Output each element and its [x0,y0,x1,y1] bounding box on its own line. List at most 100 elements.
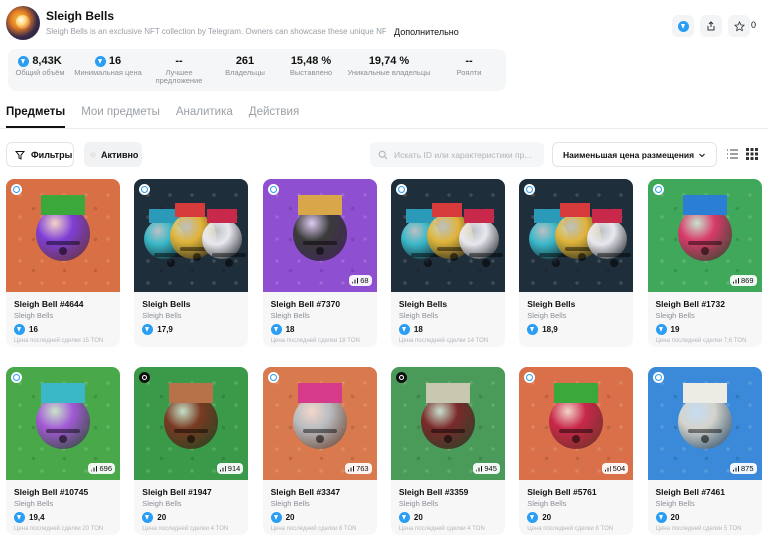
collection-title: Sleigh Bells [46,9,115,23]
nft-card[interactable]: Sleigh Bells Sleigh Bells 17,9 [134,179,249,347]
nft-card[interactable]: 945 Sleigh Bell #3359 Sleigh Bells 20 Цена п… [390,367,505,535]
last-sale-price: Цена последней сделки 4 TON [398,526,485,532]
search-field[interactable] [370,142,544,167]
more-link[interactable]: Дополнительно [394,27,459,37]
nft-image[interactable]: 914 [134,367,249,480]
nft-image[interactable] [134,179,249,292]
ton-verified-badge[interactable] [672,15,694,37]
tab-item[interactable]: Предметы [6,106,66,128]
bell-slot [481,259,490,267]
nft-name: Sleigh Bell #7461 [655,487,725,497]
nft-card[interactable]: 763 Sleigh Bell #3347 Sleigh Bells 20 Цена п… [262,367,377,535]
stat-item: 261 Владельцы [214,49,276,91]
rarity-value: 914 [227,464,241,473]
verified-badge-icon [267,372,279,383]
stat-label: Выставлено [289,68,333,77]
nft-collection: Sleigh Bells [398,499,439,508]
nft-image[interactable] [6,179,120,292]
filters-button[interactable]: Фильтры [6,142,74,167]
nft-name: Sleigh Bell #3359 [398,487,469,497]
list-view-icon[interactable] [724,146,740,162]
sort-dropdown[interactable]: Наименьшая цена размещения [552,142,717,167]
nft-collection: Sleigh Bells [14,311,54,320]
stat-value-text: -- [175,55,183,67]
last-sale-price: Цена последней сделки 14 TON [398,338,489,344]
stat-value: 15,48 % [276,55,346,67]
nft-card[interactable]: 875 Sleigh Bell #7461 Sleigh Bells 20 Цена п… [647,367,762,535]
badge-ring [397,186,405,193]
nft-name: Sleigh Bell #10745 [14,487,89,497]
nft-card[interactable]: 914 Sleigh Bell #1947 Sleigh Bells 20 Цена п… [134,367,249,535]
signal-bars-icon [91,465,98,472]
bell-slot [610,259,619,267]
ton-icon [270,324,282,335]
nft-image[interactable] [390,179,505,292]
stat-label: Уникальные владельцы [347,68,431,77]
nft-collection: Sleigh Bells [655,499,695,508]
verified-badge-icon [652,372,664,383]
rarity-value: 945 [484,464,497,473]
badge-ring [654,374,662,381]
nft-image[interactable]: 68 [262,179,377,292]
nft-collection: Sleigh Bells [142,311,182,320]
bell-slot [59,435,67,443]
nft-card[interactable]: 696 Sleigh Bell #10745 Sleigh Bells 19,4 Цен… [6,367,120,535]
nft-price: 18 [270,324,295,335]
tab-item[interactable]: Действия [249,106,299,128]
nft-card[interactable]: 869 Sleigh Bell #1732 Sleigh Bells 19 Цена п… [647,179,762,347]
ton-icon [270,512,282,523]
last-sale-price: Цена последней сделки 20 TON [14,526,104,532]
nft-name: Sleigh Bell #3347 [270,487,341,497]
nft-card[interactable]: Sleigh Bells Sleigh Bells 18,9 [519,179,634,347]
bow-illustration [592,209,623,223]
tab-item[interactable]: Аналитика [176,106,233,128]
nft-price-value: 20 [670,513,680,522]
rarity-badge: 68 [349,275,372,286]
nft-image[interactable]: 869 [647,179,762,292]
stat-value-text: -- [465,55,473,67]
rarity-value: 696 [99,464,112,473]
nft-image[interactable]: 763 [262,367,377,480]
bell-slot [59,247,67,255]
share-button[interactable] [700,15,722,37]
bow-illustration [431,203,462,217]
nft-card[interactable]: 68 Sleigh Bell #7370 Sleigh Bells 18 Цена по… [262,179,377,347]
bow-illustration [41,195,85,215]
nft-card[interactable]: 504 Sleigh Bell #5761 Sleigh Bells 20 Цена п… [519,367,634,535]
nft-image[interactable]: 504 [519,367,634,480]
bell-slot [572,435,581,443]
ton-icon [14,324,25,335]
stat-item: 8,43K Общий объём [8,49,72,91]
stat-item: 19,74 % Уникальные владельцы [346,49,432,91]
bell-slot [700,435,709,443]
stat-label: Минимальная цена [74,68,142,77]
nft-card[interactable]: Sleigh Bell #4644 Sleigh Bells 16 Цена посл… [6,179,120,347]
nft-name: Sleigh Bell #5761 [527,487,597,497]
nft-card[interactable]: Sleigh Bells Sleigh Bells 18 Цена последней… [390,179,505,347]
collection-stats: 8,43K Общий объём 16 Минимальная цена -- Лучш… [8,49,506,91]
nft-collection: Sleigh Bells [270,499,310,508]
active-filter-chip[interactable]: Активно [84,142,142,167]
nft-collection: Sleigh Bells [270,311,310,320]
bell-slot [193,253,202,261]
last-sale-price: Цена последней сделки 8 TON [270,526,357,532]
grid-view-icon[interactable] [744,146,760,162]
tab-item[interactable]: Мои предметы [81,106,160,128]
search-icon [378,150,388,159]
favorite-button[interactable] [728,15,750,37]
nft-price: 17,9 [142,324,173,335]
nft-image[interactable]: 945 [390,367,505,480]
bell-group [134,179,248,292]
bow-illustration [425,383,470,403]
nft-image[interactable]: 696 [6,367,120,480]
nft-image[interactable]: 875 [647,367,762,480]
nft-price-value: 18 [413,325,423,334]
search-input[interactable] [394,149,534,160]
sort-label: Наименьшая цена размещения [563,149,695,160]
badge-ring [142,375,148,380]
nft-image[interactable] [519,179,634,292]
nft-name: Sleigh Bell #4644 [14,299,84,309]
bow-illustration [297,383,342,403]
bell-illustration [292,395,347,449]
badge-ring [269,374,277,381]
